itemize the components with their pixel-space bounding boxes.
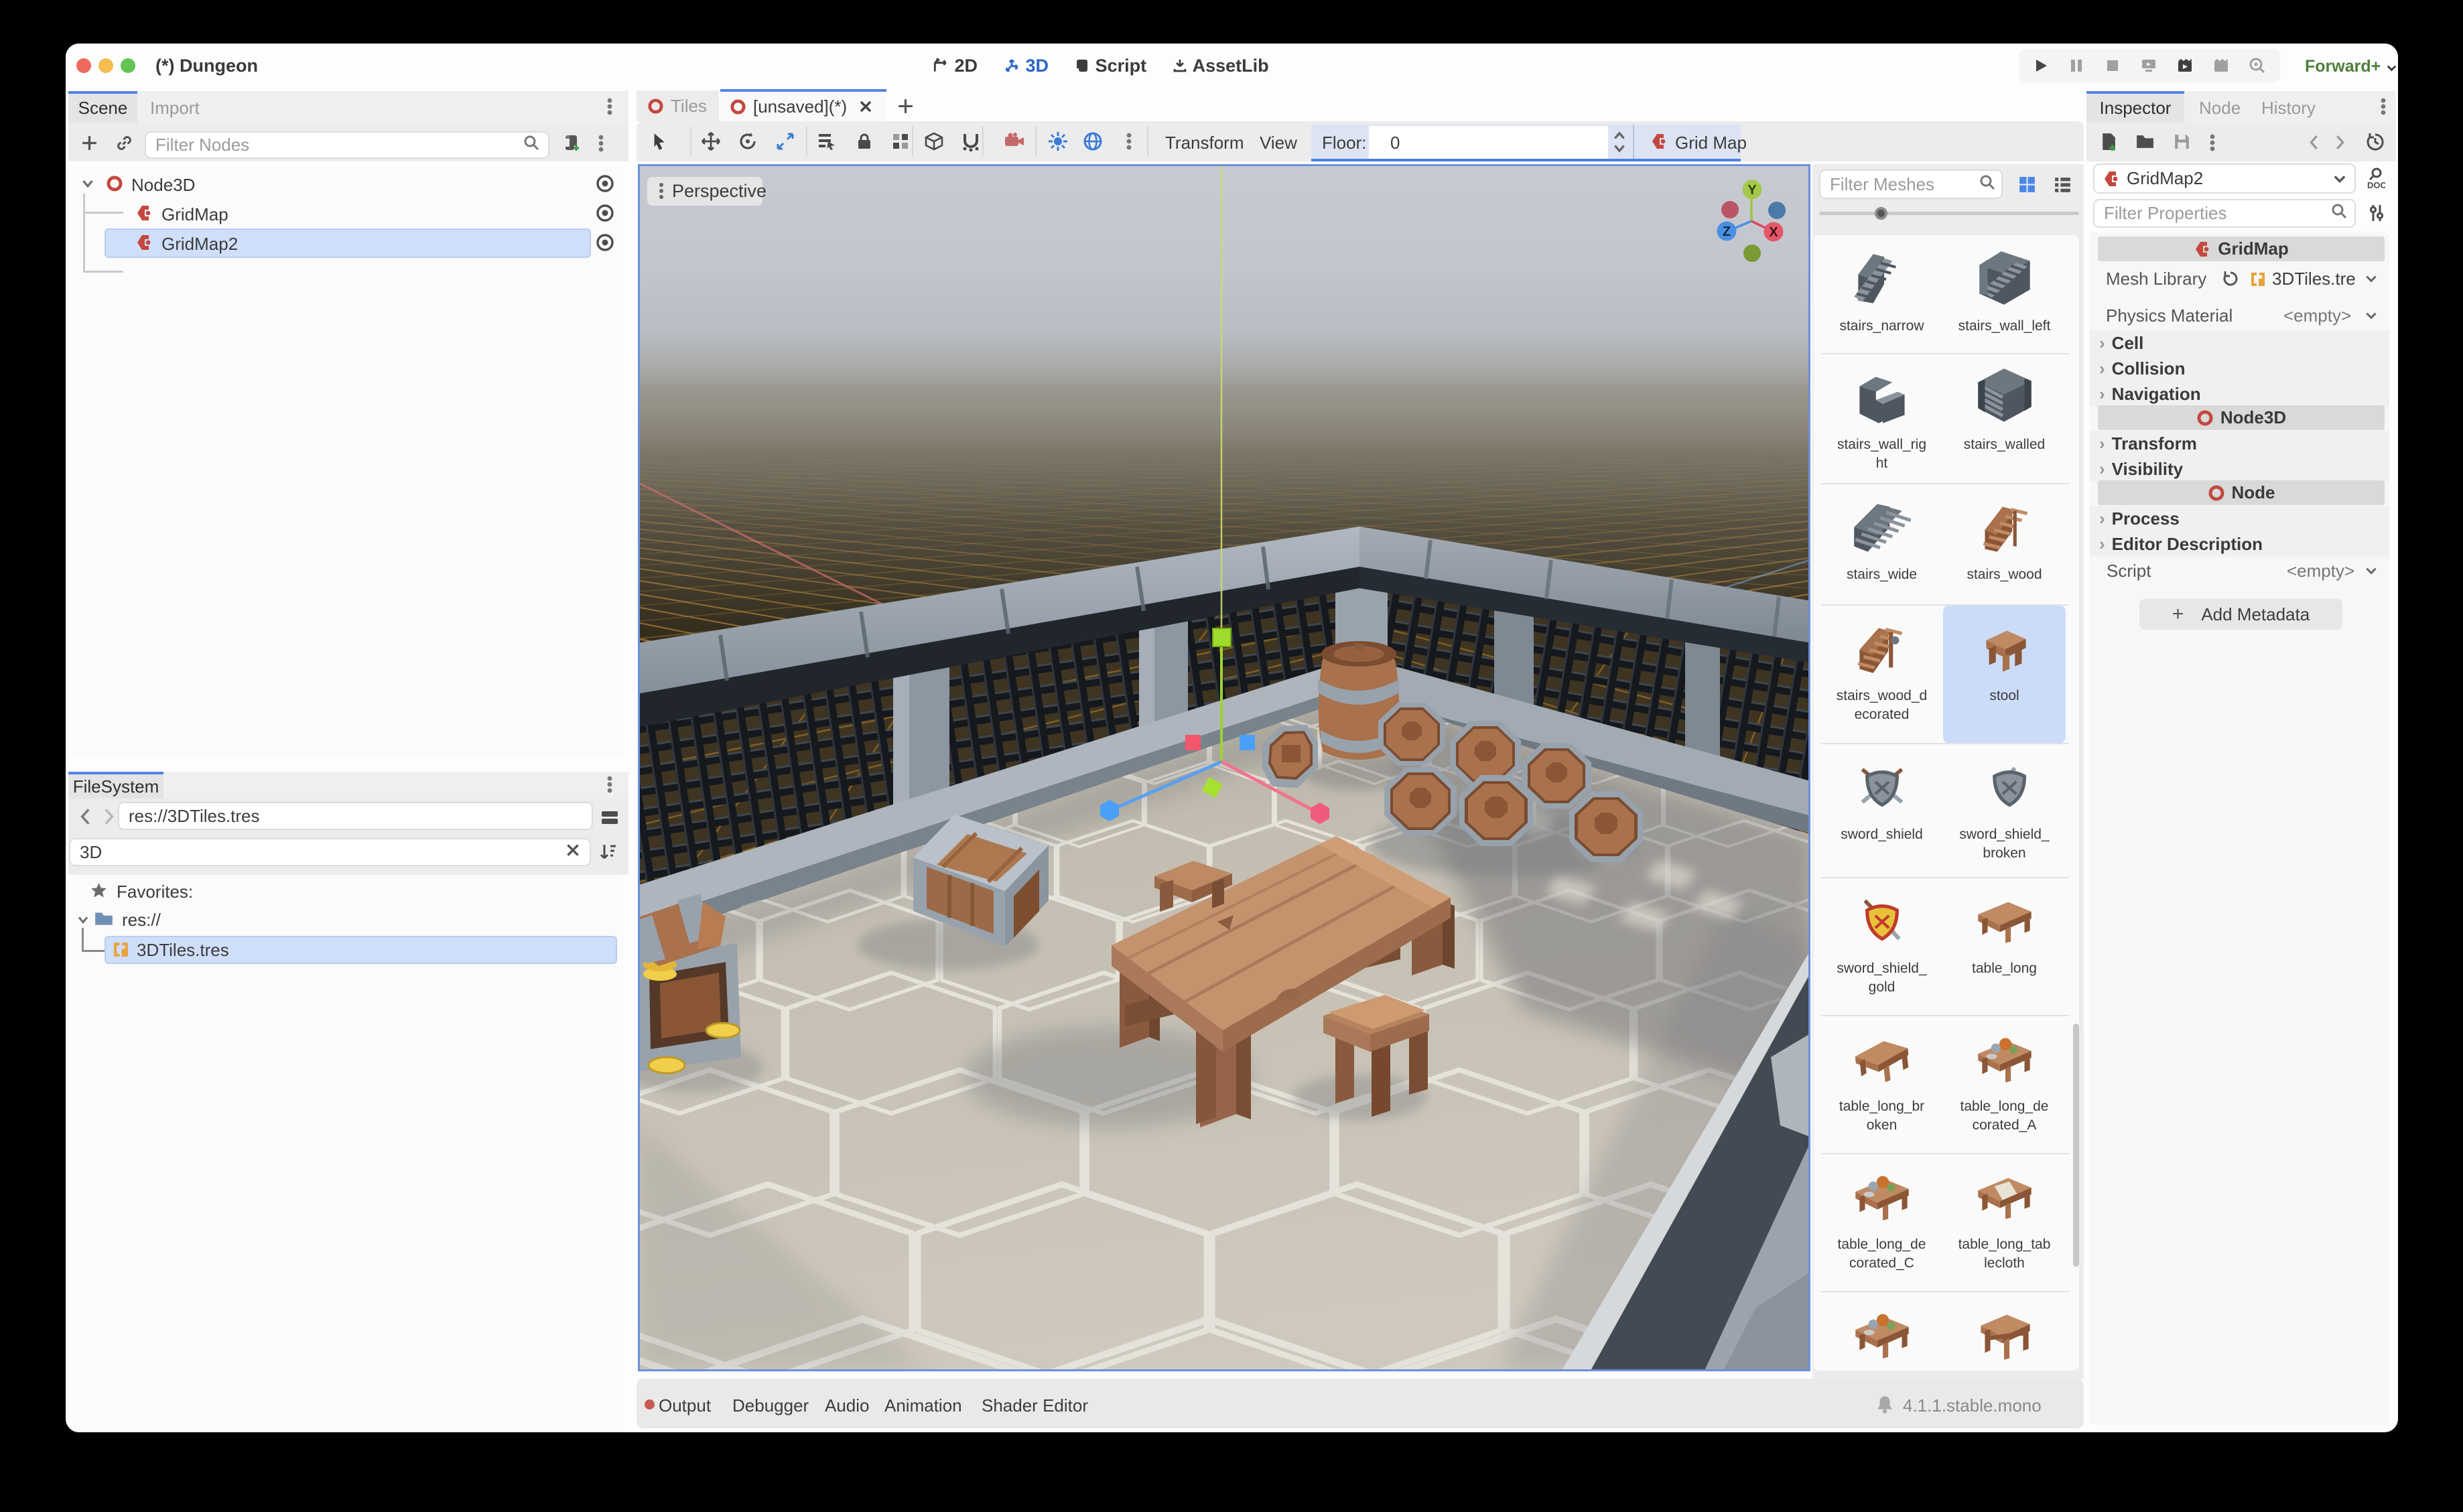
svg-text:Y: Y xyxy=(1747,183,1757,198)
svg-text:Perspective: Perspective xyxy=(672,181,767,201)
svg-text:X: X xyxy=(1769,225,1778,240)
svg-text:DOC: DOC xyxy=(2367,180,2385,190)
svg-text:Z: Z xyxy=(1723,224,1731,239)
